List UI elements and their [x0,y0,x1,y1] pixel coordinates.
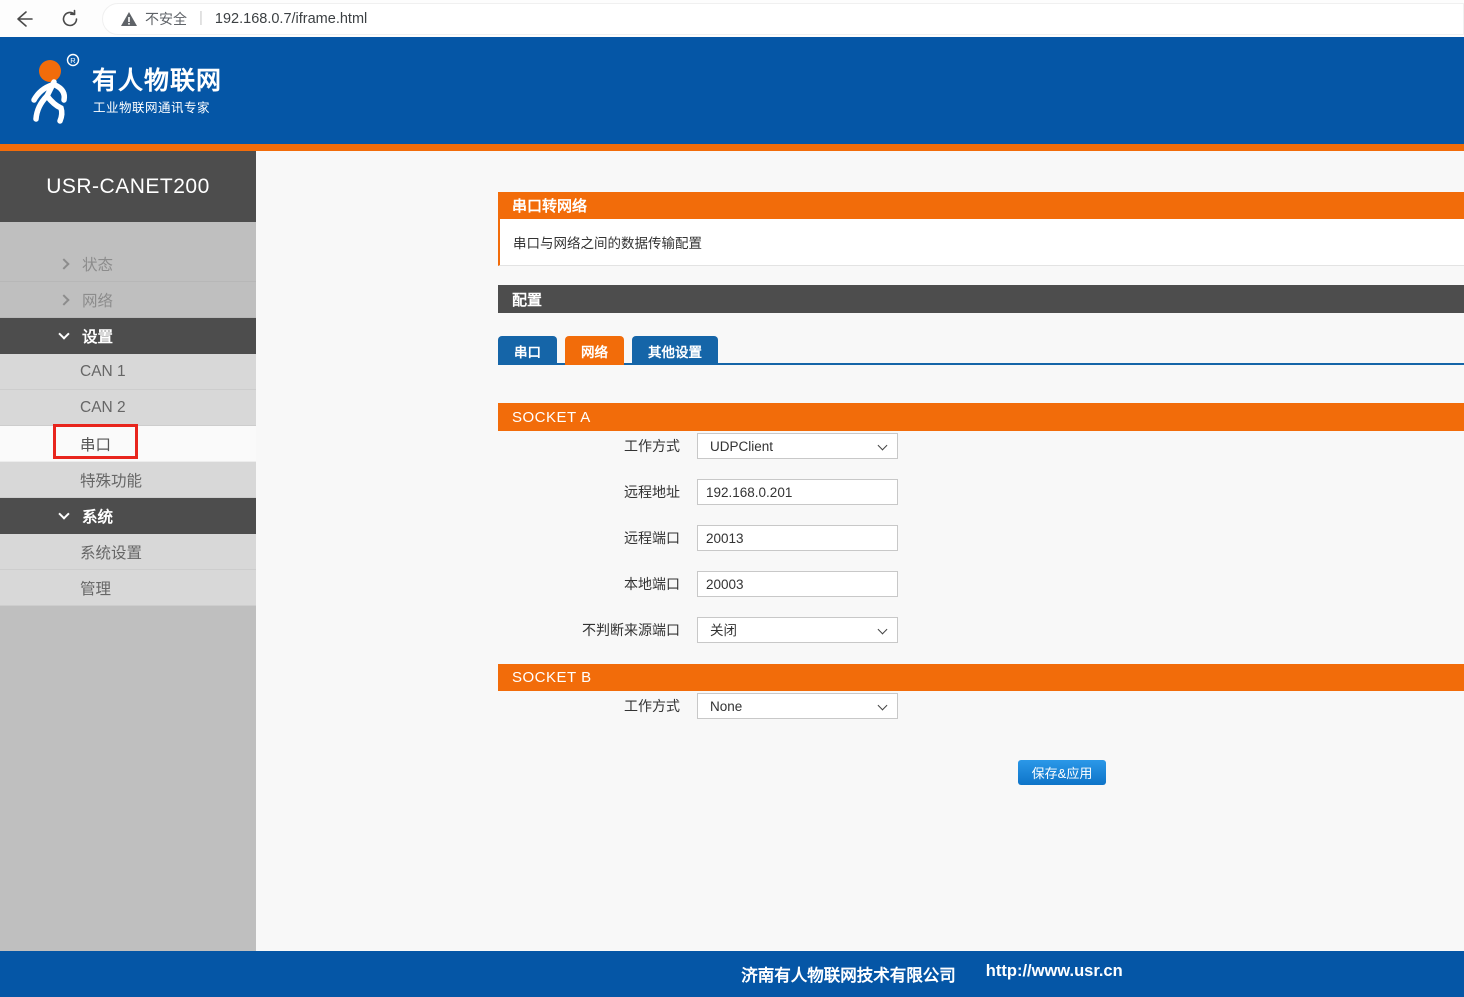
work-mode-select-wrap: UDPClient [697,433,898,459]
brand-subtitle: 工业物联网通讯专家 [93,97,210,116]
sidebar-item-label: 系统 [82,505,113,527]
sidebar-item-special-functions[interactable]: 特殊功能 [0,462,256,498]
sidebar-item-status[interactable]: 状态 [0,246,256,282]
tab-bar: 串口 网络 其他设置 [498,336,1464,365]
sidebar-item-label: 特殊功能 [80,469,142,491]
page-title: 串口转网络 [512,195,587,216]
sidebar-item-serial[interactable]: 串口 [0,426,256,462]
footer-company: 济南有人物联网技术有限公司 [741,962,956,986]
security-label[interactable]: 不安全 [145,9,187,29]
remote-address-wrap [697,479,898,505]
sidebar-item-system[interactable]: 系统 [0,498,256,534]
sidebar-item-can1[interactable]: CAN 1 [0,354,256,390]
remote-port-label: 远程端口 [498,528,680,548]
tab-label: 串口 [514,341,541,361]
chevron-down-icon [58,508,69,519]
back-icon[interactable] [14,9,34,29]
work-mode-b-select-wrap: None [697,693,898,719]
source-port-check-select-wrap: 关闭 [697,617,898,643]
sidebar-item-label: 管理 [80,577,111,599]
accent-strip [0,144,1464,151]
remote-address-label: 远程地址 [498,482,680,502]
main-content: 串口转网络 串口与网络之间的数据传输配置 配置 串口 网络 其他设置 SOCKE… [256,151,1464,951]
sidebar-item-label: 状态 [82,253,113,275]
work-mode-b-select[interactable]: None [697,693,898,719]
form-row-source-port-check: 不判断来源端口 关闭 [498,617,1464,643]
socket-b-title: SOCKET B [512,669,592,686]
work-mode-b-label: 工作方式 [498,696,680,716]
form-row-work-mode-a: 工作方式 UDPClient [498,433,1464,459]
address-bar[interactable]: 不安全 | 192.168.0.7/iframe.html [102,3,1464,35]
footer-text: 济南有人物联网技术有限公司 http://www.usr.cn [741,962,1122,986]
sidebar-item-system-settings[interactable]: 系统设置 [0,534,256,570]
local-port-input[interactable] [697,571,898,597]
address-divider: | [199,9,203,26]
socket-a-header: SOCKET A [498,403,1464,431]
config-section-bar: 配置 [498,285,1464,313]
socket-a-title: SOCKET A [512,409,591,426]
sidebar-item-label: 系统设置 [80,541,142,563]
chevron-right-icon [58,294,69,305]
brand-header: R 有人物联网 工业物联网通讯专家 [0,37,1464,144]
sidebar-item-can2[interactable]: CAN 2 [0,390,256,426]
sidebar-item-label: 串口 [80,433,111,455]
source-port-check-select[interactable]: 关闭 [697,617,898,643]
sidebar-item-label: CAN 1 [80,363,126,381]
source-port-check-label: 不判断来源端口 [498,620,680,640]
browser-toolbar: 不安全 | 192.168.0.7/iframe.html [0,0,1464,37]
refresh-icon[interactable] [60,9,80,29]
footer: 济南有人物联网技术有限公司 http://www.usr.cn [0,951,1464,997]
config-section-title: 配置 [512,289,542,310]
work-mode-label: 工作方式 [498,436,680,456]
not-secure-warning-icon[interactable] [121,12,137,26]
device-name: USR-CANET200 [0,151,256,222]
sidebar: USR-CANET200 状态 网络 设置 CAN 1 CAN 2 串口 [0,151,256,951]
save-apply-button[interactable]: 保存&应用 [1018,760,1106,785]
local-port-label: 本地端口 [498,574,680,594]
page-description: 串口与网络之间的数据传输配置 [498,219,1464,266]
socket-b-header: SOCKET B [498,664,1464,691]
form-row-work-mode-b: 工作方式 None [498,693,1464,719]
remote-port-input[interactable] [697,525,898,551]
footer-url[interactable]: http://www.usr.cn [986,962,1123,986]
page-description-text: 串口与网络之间的数据传输配置 [513,232,702,252]
chevron-down-icon [58,328,69,339]
tab-label: 网络 [581,341,608,361]
form-row-local-port: 本地端口 [498,571,1464,597]
work-mode-select[interactable]: UDPClient [697,433,898,459]
tab-label: 其他设置 [648,341,702,361]
sidebar-menu: 状态 网络 设置 CAN 1 CAN 2 串口 特殊功能 [0,222,256,606]
sidebar-item-label: 设置 [82,325,113,347]
page: 不安全 | 192.168.0.7/iframe.html R 有人物联网 工业… [0,0,1464,997]
url-text[interactable]: 192.168.0.7/iframe.html [215,11,367,27]
form-row-remote-port: 远程端口 [498,525,1464,551]
sidebar-item-label: CAN 2 [80,399,126,417]
remote-port-wrap [697,525,898,551]
sidebar-item-label: 网络 [82,289,113,311]
sidebar-item-settings[interactable]: 设置 [0,318,256,354]
tab-other-settings[interactable]: 其他设置 [632,336,718,365]
brand-title: 有人物联网 [92,61,222,97]
local-port-wrap [697,571,898,597]
remote-address-input[interactable] [697,479,898,505]
page-title-bar: 串口转网络 [498,192,1464,219]
chevron-right-icon [58,258,69,269]
sidebar-item-management[interactable]: 管理 [0,570,256,606]
tab-network[interactable]: 网络 [565,336,624,365]
tab-serial[interactable]: 串口 [498,336,557,365]
form-row-remote-address: 远程地址 [498,479,1464,505]
svg-text:R: R [70,56,76,65]
usr-logo-icon: R [26,51,82,129]
sidebar-item-network[interactable]: 网络 [0,282,256,318]
